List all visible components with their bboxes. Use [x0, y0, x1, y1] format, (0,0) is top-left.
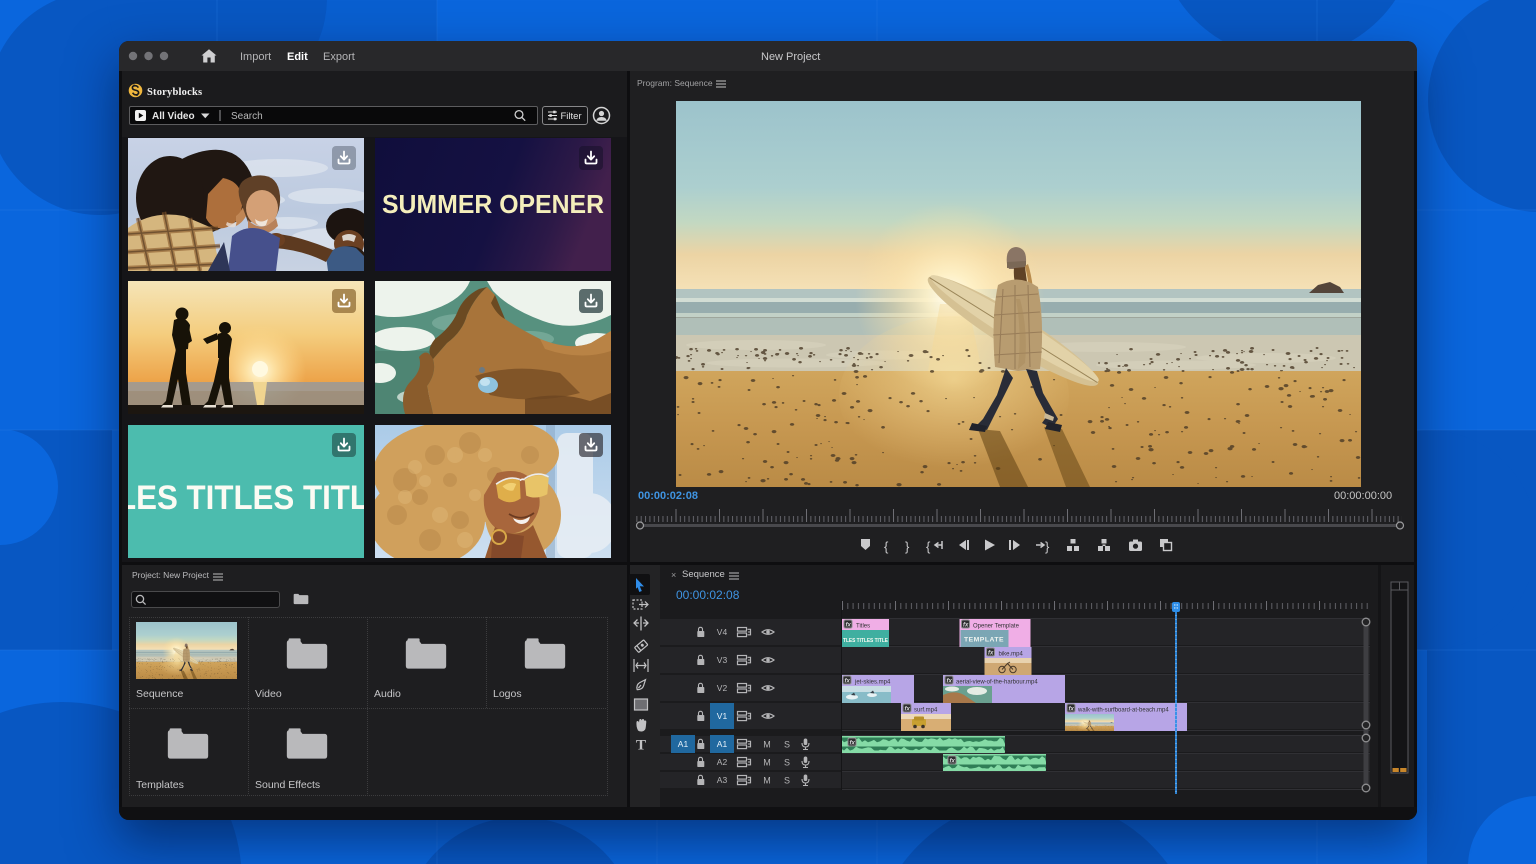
svg-text:{: {: [884, 539, 889, 554]
svg-text:}: }: [1045, 539, 1050, 554]
svg-text:fx: fx: [1069, 706, 1075, 712]
svg-text:TLES TITLES TITLE: TLES TITLES TITLE: [843, 638, 888, 644]
svg-text:Filter: Filter: [561, 111, 582, 122]
svg-text:jet-skies.mp4: jet-skies.mp4: [854, 680, 891, 686]
svg-text:A1: A1: [678, 739, 689, 749]
svg-text:fx: fx: [846, 622, 852, 628]
svg-text:S: S: [784, 758, 790, 768]
svg-text:Opener Template: Opener Template: [973, 624, 1020, 630]
svg-text:A3: A3: [717, 775, 728, 785]
svg-text:LES TITLES TITL: LES TITLES TITL: [128, 479, 364, 517]
svg-text:fx: fx: [905, 706, 911, 712]
svg-text:aerial-view-of-the-harbour.mp4: aerial-view-of-the-harbour.mp4: [956, 680, 1038, 686]
svg-text:A1: A1: [717, 739, 728, 749]
svg-text:V2: V2: [717, 683, 728, 693]
svg-text:M: M: [763, 740, 771, 750]
svg-text:}: }: [905, 539, 910, 554]
svg-text:{: {: [926, 539, 931, 554]
svg-text:All Video: All Video: [152, 111, 195, 122]
svg-text:SUMMER OPENER: SUMMER OPENER: [382, 189, 604, 219]
svg-text:S: S: [784, 776, 790, 786]
svg-text:T: T: [636, 738, 646, 754]
svg-text:fx: fx: [988, 650, 994, 656]
svg-text:V1: V1: [717, 711, 728, 721]
svg-text:V4: V4: [717, 627, 728, 637]
svg-text:fx: fx: [850, 740, 856, 746]
svg-text:fx: fx: [947, 678, 953, 684]
svg-text:fx: fx: [845, 678, 851, 684]
svg-text:V3: V3: [717, 655, 728, 665]
svg-text:A2: A2: [717, 757, 728, 767]
svg-text:walk-with-surfboard-at-beach.m: walk-with-surfboard-at-beach.mp4: [1077, 708, 1169, 714]
svg-text:M: M: [763, 758, 771, 768]
svg-text:fx: fx: [950, 758, 956, 764]
svg-text:TEMPLATE: TEMPLATE: [964, 637, 1004, 644]
svg-text:surf.mp4: surf.mp4: [914, 708, 938, 714]
svg-text:M: M: [763, 776, 771, 786]
svg-text:Titles: Titles: [856, 624, 870, 630]
svg-text:bike.mp4: bike.mp4: [999, 652, 1024, 658]
svg-text:S: S: [784, 740, 790, 750]
svg-text:Storyblocks: Storyblocks: [147, 87, 202, 98]
svg-text:fx: fx: [963, 622, 969, 628]
svg-text:Search: Search: [231, 111, 263, 122]
